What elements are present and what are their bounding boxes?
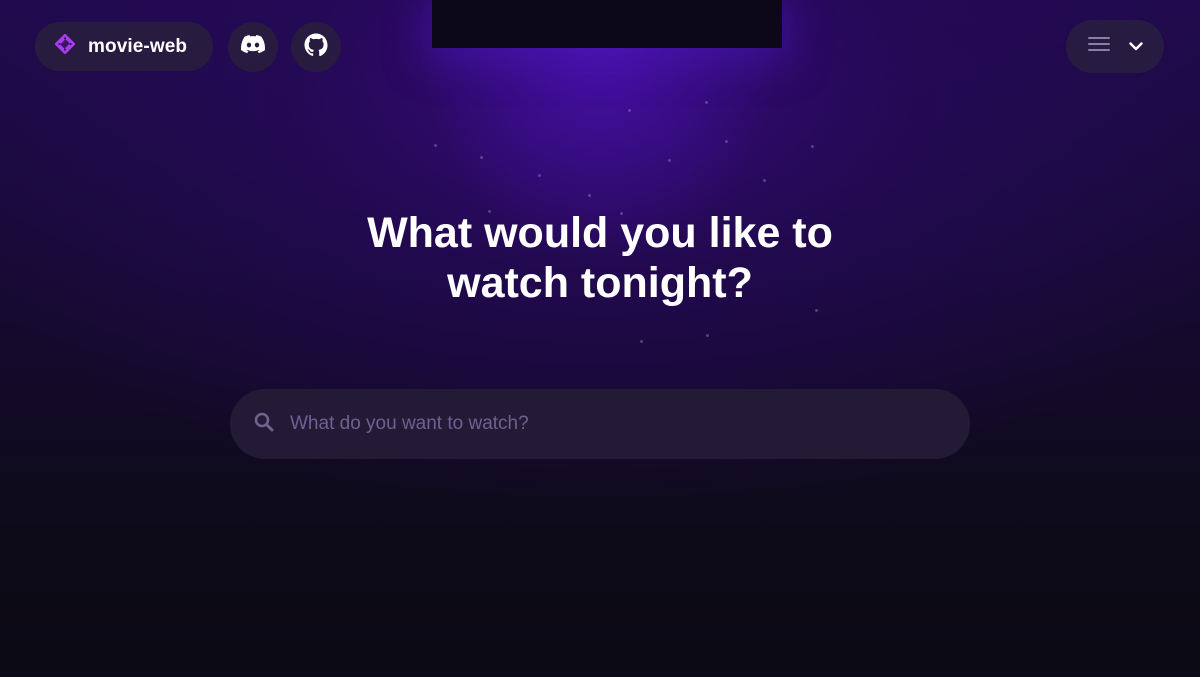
particle [434, 144, 437, 147]
page-background [0, 0, 1200, 677]
particle [538, 174, 541, 177]
hero-title: What would you like to watch tonight? [0, 208, 1200, 308]
particle [668, 159, 671, 162]
search-input[interactable] [288, 403, 932, 445]
discord-button[interactable] [228, 22, 278, 72]
particle [763, 179, 766, 182]
particle [480, 156, 483, 159]
particle [725, 140, 728, 143]
hero-title-line-2: watch tonight? [447, 259, 753, 307]
brand-label: movie-web [88, 35, 188, 57]
particle [588, 194, 591, 197]
github-button[interactable] [291, 22, 341, 72]
discord-icon [241, 35, 266, 59]
hamburger-icon [1087, 36, 1110, 57]
brand-home-link[interactable]: movie-web [35, 22, 213, 71]
hero-title-line-1: What would you like to [367, 209, 833, 257]
search-icon [254, 412, 274, 437]
particle [811, 145, 814, 148]
chevron-down-icon [1128, 38, 1143, 56]
film-icon [53, 32, 77, 61]
account-menu-button[interactable] [1066, 20, 1164, 73]
particle [640, 340, 643, 343]
spotlight-lamp [432, 0, 782, 48]
particle [628, 109, 631, 112]
search-bar[interactable] [230, 389, 970, 459]
particle [706, 334, 709, 337]
github-icon [304, 33, 328, 62]
particle [815, 309, 818, 312]
particle [705, 101, 708, 104]
